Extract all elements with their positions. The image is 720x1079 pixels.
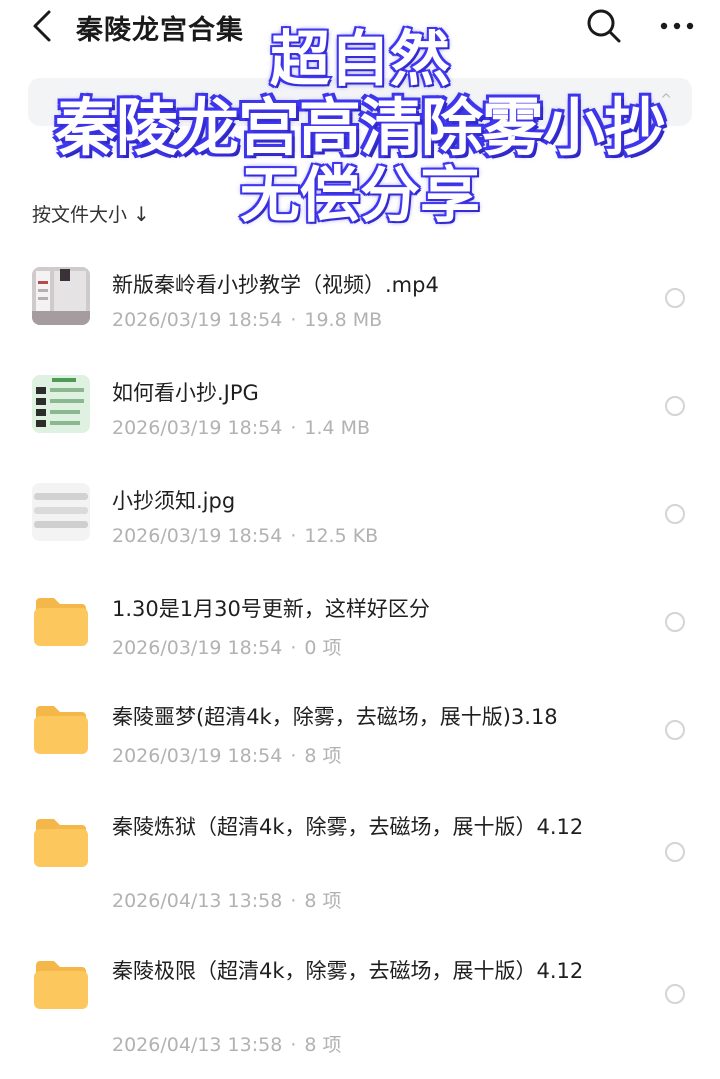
file-size: 12.5 KB <box>304 525 379 547</box>
list-item[interactable]: 秦陵噩梦(超清4k，除雾，去磁场，展十版)3.18 2026/03/19 18:… <box>0 672 720 780</box>
list-item[interactable]: 如何看小抄.JPG 2026/03/19 18:54 · 1.4 MB <box>0 348 720 456</box>
sort-label: 按文件大小 <box>32 204 128 226</box>
select-radio[interactable] <box>665 720 685 740</box>
folder-icon <box>34 961 88 1009</box>
folder-icon <box>34 706 88 754</box>
select-radio[interactable] <box>665 612 685 632</box>
file-size: 1.4 MB <box>304 417 371 439</box>
file-name: 新版秦岭看小抄教学（视频）.mp4 <box>112 273 439 297</box>
promo-overlay: 超自然 秦陵龙宫高清除雾小抄 无偿分享 <box>0 26 720 229</box>
meta-separator: · <box>290 890 297 912</box>
search-button[interactable] <box>584 6 624 46</box>
list-item[interactable]: 秦陵极限（超清4k，除雾，去磁场，展十版）4.12 2026/04/13 13:… <box>0 924 720 1068</box>
file-item-count: 8 项 <box>304 745 342 767</box>
file-meta: 2026/03/19 18:54 · 1.4 MB <box>112 417 370 439</box>
file-meta: 2026/03/19 18:54 · 19.8 MB <box>112 309 382 331</box>
file-meta: 2026/03/19 18:54 · 12.5 KB <box>112 525 378 547</box>
back-button[interactable] <box>24 6 60 46</box>
file-date: 2026/03/19 18:54 <box>112 309 283 331</box>
file-meta: 2026/03/19 18:54 · 8 项 <box>112 741 342 768</box>
video-thumbnail <box>32 267 90 325</box>
meta-separator: · <box>290 525 297 547</box>
file-name: 1.30是1月30号更新，这样好区分 <box>112 597 430 621</box>
list-item[interactable]: 1.30是1月30号更新，这样好区分 2026/03/19 18:54 · 0 项 <box>0 564 720 672</box>
file-size: 19.8 MB <box>304 309 383 331</box>
file-date: 2026/03/19 18:54 <box>112 525 283 547</box>
select-radio[interactable] <box>665 842 685 862</box>
list-item[interactable]: 小抄须知.jpg 2026/03/19 18:54 · 12.5 KB <box>0 456 720 564</box>
more-button[interactable] <box>654 6 700 46</box>
file-item-count: 8 项 <box>304 1034 342 1056</box>
search-bar-hint: ^ <box>660 92 672 108</box>
sort-arrow-icon: ↓ <box>133 201 150 226</box>
meta-separator: · <box>290 637 297 659</box>
chevron-left-icon <box>33 10 51 42</box>
more-dots-icon <box>660 22 694 30</box>
search-icon <box>587 9 621 43</box>
file-date: 2026/04/13 13:58 <box>112 890 283 912</box>
image-thumbnail <box>32 483 90 541</box>
folder-icon <box>34 598 88 646</box>
list-item[interactable]: 秦陵炼狱（超清4k，除雾，去磁场，展十版）4.12 2026/04/13 13:… <box>0 780 720 924</box>
file-meta: 2026/04/13 13:58 · 8 项 <box>112 1030 342 1057</box>
page-title: 秦陵龙宫合集 <box>76 15 244 46</box>
meta-separator: · <box>290 745 297 767</box>
sort-control[interactable]: 按文件大小 ↓ <box>32 200 150 227</box>
file-name: 小抄须知.jpg <box>112 489 236 513</box>
select-radio[interactable] <box>665 396 685 416</box>
select-radio[interactable] <box>665 984 685 1004</box>
select-radio[interactable] <box>665 288 685 308</box>
select-radio[interactable] <box>665 504 685 524</box>
folder-icon <box>34 819 88 867</box>
file-name: 如何看小抄.JPG <box>112 381 259 405</box>
file-name: 秦陵噩梦(超清4k，除雾，去磁场，展十版)3.18 <box>112 705 558 729</box>
file-name: 秦陵炼狱（超清4k，除雾，去磁场，展十版）4.12 <box>112 815 584 839</box>
file-item-count: 8 项 <box>304 890 342 912</box>
file-date: 2026/03/19 18:54 <box>112 637 283 659</box>
file-date: 2026/03/19 18:54 <box>112 745 283 767</box>
meta-separator: · <box>290 309 297 331</box>
file-name: 秦陵极限（超清4k，除雾，去磁场，展十版）4.12 <box>112 959 584 983</box>
meta-separator: · <box>290 1034 297 1056</box>
file-date: 2026/04/13 13:58 <box>112 1034 283 1056</box>
file-date: 2026/03/19 18:54 <box>112 417 283 439</box>
file-meta: 2026/03/19 18:54 · 0 项 <box>112 633 342 660</box>
search-bar[interactable]: ^ <box>28 78 692 126</box>
top-bar: 秦陵龙宫合集 <box>0 0 720 56</box>
list-item[interactable]: 新版秦岭看小抄教学（视频）.mp4 2026/03/19 18:54 · 19.8 … <box>0 240 720 348</box>
image-thumbnail <box>32 375 90 433</box>
file-item-count: 0 项 <box>304 637 342 659</box>
meta-separator: · <box>290 417 297 439</box>
file-meta: 2026/04/13 13:58 · 8 项 <box>112 886 342 913</box>
